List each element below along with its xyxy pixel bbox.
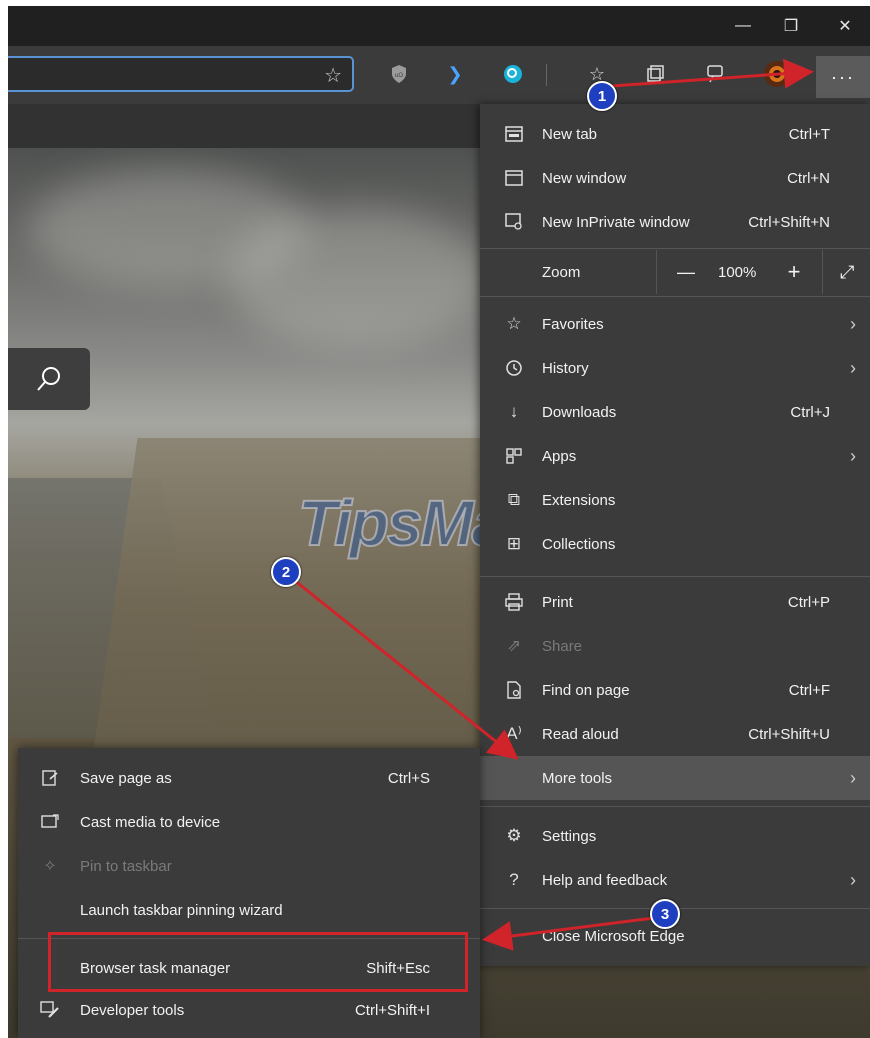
annotation-arrow-1 bbox=[611, 58, 814, 89]
step-badge-3: 3 bbox=[650, 899, 680, 929]
step-badge-1: 1 bbox=[587, 81, 617, 111]
browser-window: — ❐ ✕ ☆ uO ❯ ☆ ··· TipsMake New tab Ctrl… bbox=[8, 6, 870, 1038]
annotation-arrow-3 bbox=[482, 916, 655, 951]
annotation-arrows bbox=[293, 58, 814, 951]
annotation-arrow-2 bbox=[293, 578, 519, 760]
step-badge-2: 2 bbox=[271, 557, 301, 587]
